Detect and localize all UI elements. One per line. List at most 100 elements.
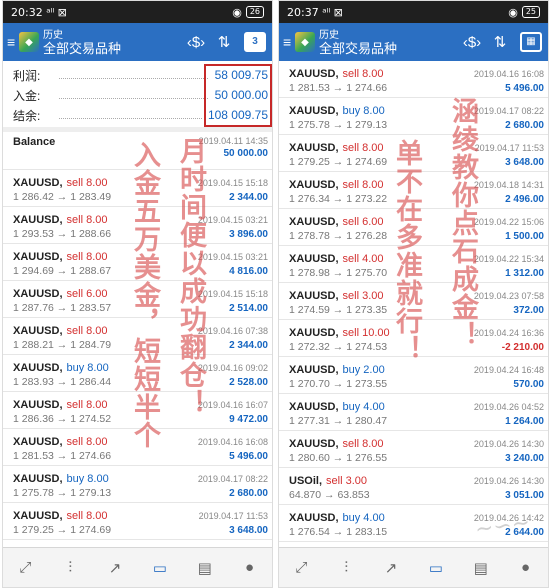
trend-icon[interactable]: ↗ [371,559,411,577]
trade-profit: 3 240.00 [505,453,544,464]
trade-row[interactable]: XAUUSD, buy 8.00 2019.04.17 08:22 1 275.78 … [279,98,548,135]
trade-date: 2019.04.15 15:18 [197,178,268,188]
trade-row[interactable]: XAUUSD, sell 8.00 2019.04.16 16:08 1 281.53… [3,429,272,466]
trade-prices: 1 275.78 → 1 279.13 [13,487,112,499]
trade-row[interactable]: XAUUSD, buy 2.00 2019.04.24 16:48 1 270.70 … [279,357,548,394]
trade-row[interactable]: XAUUSD, sell 8.00 2019.04.16 16:08 1 281.53… [279,61,548,98]
trade-side: sell 8.00 [342,179,384,191]
chat-icon[interactable]: ● [506,559,546,576]
trade-prices: 1 280.60 → 1 276.55 [289,452,388,464]
trade-row[interactable]: XAUUSD, buy 8.00 2019.04.17 08:22 1 275.78 … [3,466,272,503]
battery-icon: 25 [521,6,540,18]
trade-row[interactable]: XAUUSD, sell 4.00 2019.04.22 15:34 1 278.98… [279,246,548,283]
trade-profit: 5 496.00 [229,451,268,462]
trade-profit: 372.00 [513,305,544,316]
news-icon[interactable]: ▤ [185,559,225,577]
summary-label: 入金: [13,88,41,103]
app-logo: ◆ [295,32,315,52]
sort-arrows-icon[interactable]: ⇅ [486,33,514,51]
trade-row[interactable]: XAUUSD, sell 10.00 2019.04.24 16:36 1 272.3… [279,320,548,357]
trade-row[interactable]: XAUUSD, sell 8.00 2019.04.17 11:53 1 279.25… [279,135,548,172]
trade-side: sell 8.00 [342,142,384,154]
calendar-icon[interactable]: 3 [244,32,266,52]
status-time: 20:37 [287,5,319,19]
trade-prices: 1 272.32 → 1 274.53 [289,341,388,353]
trade-symbol: XAUUSD, [13,177,63,189]
trade-side: sell 8.00 [66,436,108,448]
sort-arrows-icon[interactable]: ⇅ [210,33,238,51]
trade-side: sell 8.00 [66,177,108,189]
menu-icon[interactable]: ≡ [7,35,15,49]
trade-date: 2019.04.15 15:18 [197,289,268,299]
trade-row[interactable]: XAUUSD, sell 6.00 2019.04.15 15:18 1 287.76… [3,281,272,318]
trade-side: buy 4.00 [342,401,385,413]
app-logo: ◆ [19,32,39,52]
app-header: ≡ ◆ 历史 全部交易品种 ‹$› ⇅ 3 [3,23,272,61]
chart-up-icon[interactable]: ⤢ [5,559,45,576]
inbox-icon[interactable]: ▭ [140,559,180,577]
trade-row[interactable]: XAUUSD, sell 8.00 2019.04.16 07:38 1 288.21… [3,318,272,355]
trade-symbol: XAUUSD, [13,325,63,337]
trend-icon[interactable]: ↗ [95,559,135,577]
trade-symbol: XAUUSD, [289,68,339,80]
trade-profit: 2 680.00 [229,488,268,499]
trade-row[interactable]: XAUUSD, sell 8.00 2019.04.15 03:21 1 293.53… [3,207,272,244]
trade-symbol: XAUUSD, [289,216,339,228]
trade-row[interactable]: XAUUSD, sell 8.00 2019.04.15 03:21 1 294.69… [3,244,272,281]
trade-side: sell 8.00 [66,214,108,226]
trade-date: 2019.04.15 03:21 [197,252,268,262]
trade-row[interactable]: USOil, sell 3.00 2019.04.26 14:30 64.870 → … [279,468,548,505]
trade-row[interactable]: XAUUSD, sell 8.00 2019.04.17 11:53 1 279.25… [3,503,272,540]
dotted-leader [59,71,208,79]
inbox-icon[interactable]: ▭ [416,559,456,577]
trade-side: sell 8.00 [342,438,384,450]
summary-label: 利润: [13,68,41,83]
trade-list: XAUUSD, sell 8.00 2019.04.15 15:18 1 286.42… [3,170,272,540]
trade-prices: 1 286.42 → 1 283.49 [13,191,112,203]
trade-side: buy 2.00 [342,364,385,376]
battery-icon: 26 [245,6,264,18]
page-subtitle[interactable]: 全部交易品种 [319,42,458,55]
trade-symbol: XAUUSD, [13,214,63,226]
trade-date: 2019.04.15 03:21 [197,215,268,225]
chart-up-icon[interactable]: ⤢ [281,559,321,576]
trade-prices: 1 270.70 → 1 273.55 [289,378,388,390]
trade-list: XAUUSD, sell 8.00 2019.04.16 16:08 1 281.53… [279,61,548,542]
candles-icon[interactable]: ⫶ [50,559,90,576]
trade-row[interactable]: XAUUSD, sell 8.00 2019.04.26 14:30 1 280.60… [279,431,548,468]
trade-date: 2019.04.22 15:06 [473,217,544,227]
chat-icon[interactable]: ● [230,559,270,576]
trade-row[interactable]: XAUUSD, sell 8.00 2019.04.18 14:31 1 276.34… [279,172,548,209]
trade-row[interactable]: XAUUSD, sell 6.00 2019.04.22 15:06 1 278.78… [279,209,548,246]
trade-row[interactable]: XAUUSD, sell 8.00 2019.04.16 16:07 1 286.36… [3,392,272,429]
balance-row[interactable]: Balance 2019.04.11 14:35 50 000.00 [3,132,272,170]
page-subtitle[interactable]: 全部交易品种 [43,42,182,55]
trade-symbol: XAUUSD, [13,399,63,411]
trade-profit: 2 496.00 [505,194,544,205]
trade-row[interactable]: XAUUSD, buy 4.00 2019.04.26 14:42 1 276.54 … [279,505,548,542]
trade-profit: 2 680.00 [505,120,544,131]
news-icon[interactable]: ▤ [461,559,501,577]
trade-date: 2019.04.26 04:52 [473,402,544,412]
candles-icon[interactable]: ⫶ [326,559,366,576]
trade-row[interactable]: XAUUSD, buy 4.00 2019.04.26 04:52 1 277.31 … [279,394,548,431]
trade-side: buy 8.00 [342,105,385,117]
trade-symbol: XAUUSD, [289,179,339,191]
trade-prices: 1 278.98 → 1 275.70 [289,267,388,279]
trade-row[interactable]: XAUUSD, buy 8.00 2019.04.16 09:02 1 283.93 … [3,355,272,392]
currency-sort-icon[interactable]: ‹$› [182,34,210,51]
trade-symbol: XAUUSD, [13,251,63,263]
trade-side: sell 6.00 [66,288,108,300]
trade-row[interactable]: XAUUSD, sell 3.00 2019.04.23 07:58 1 274.59… [279,283,548,320]
menu-icon[interactable]: ≡ [283,35,291,49]
trade-row[interactable]: XAUUSD, sell 8.00 2019.04.15 15:18 1 286.42… [3,170,272,207]
trade-date: 2019.04.26 14:30 [473,476,544,486]
calendar-icon[interactable]: ▦ [520,32,542,52]
currency-sort-icon[interactable]: ‹$› [458,34,486,51]
trade-side: sell 8.00 [66,399,108,411]
trade-profit: 570.00 [513,379,544,390]
trade-profit: 3 648.00 [229,525,268,536]
trade-symbol: XAUUSD, [13,473,63,485]
trade-prices: 1 287.76 → 1 283.57 [13,302,112,314]
trade-side: buy 8.00 [66,362,109,374]
